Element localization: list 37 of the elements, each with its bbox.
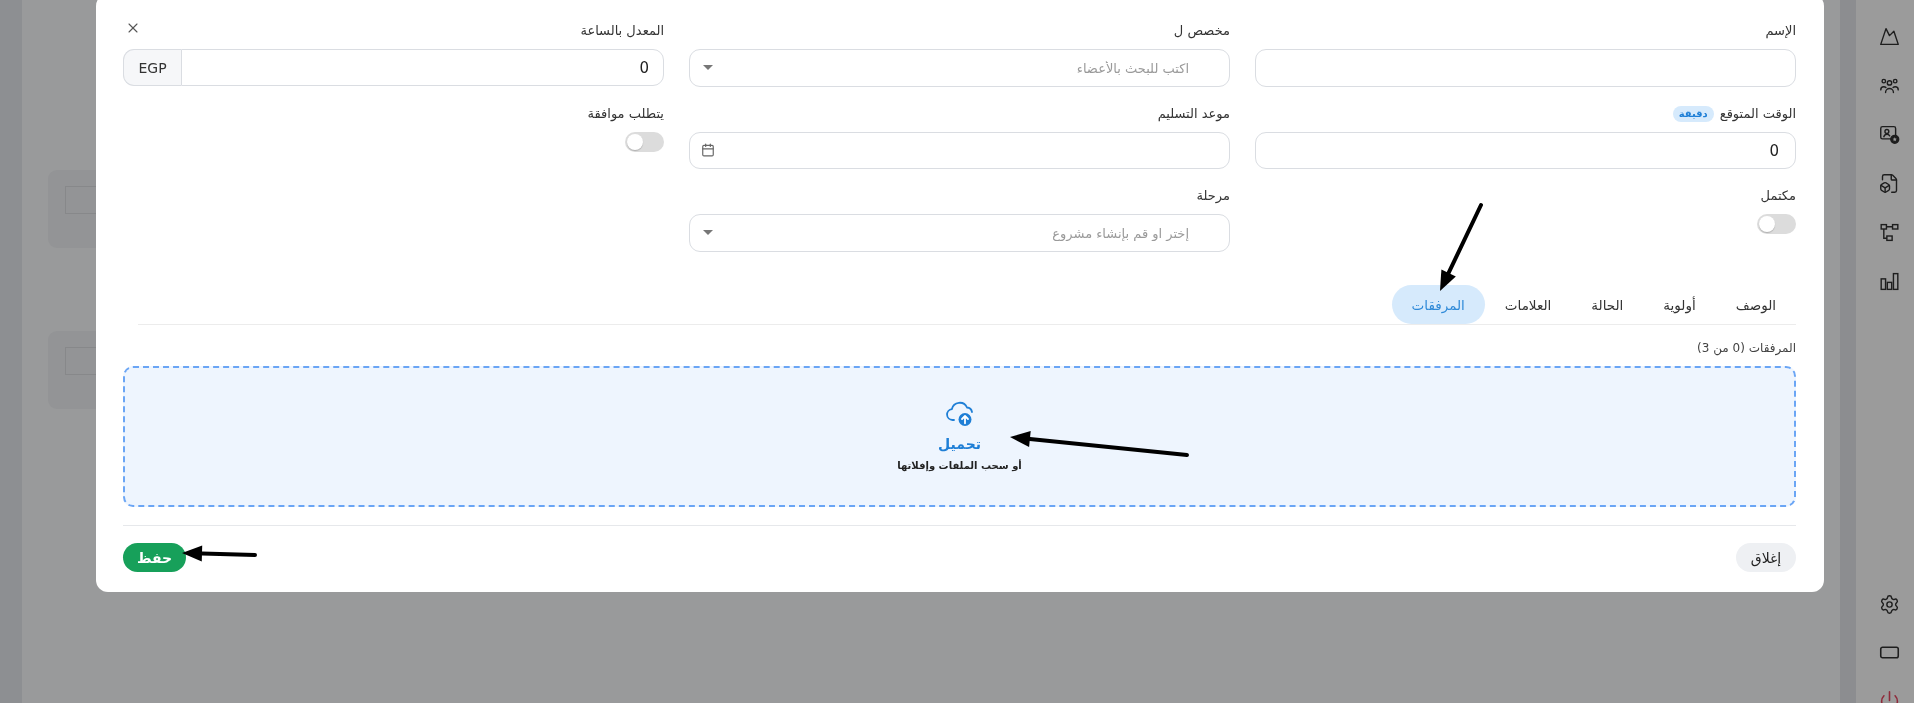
file-box-icon[interactable]: [1879, 173, 1900, 194]
field-label: المعدل بالساعة: [580, 22, 664, 40]
select-field[interactable]: اكتب للبحث بالأعضاء: [689, 49, 1230, 87]
cloud-upload-icon: [944, 399, 975, 427]
attachments-label: المرفقات (0 من 3): [1697, 340, 1796, 356]
field-label: مخصص ل: [1173, 22, 1230, 40]
toggle-switch[interactable]: [1757, 214, 1796, 234]
settings-icon[interactable]: [1879, 594, 1900, 615]
hierarchy-icon[interactable]: [1879, 222, 1900, 243]
tab[interactable]: الحالة: [1571, 285, 1644, 324]
id-card-icon[interactable]: [1879, 124, 1900, 145]
field-label: موعد التسليم: [1157, 105, 1230, 123]
text-field[interactable]: 0: [181, 49, 664, 86]
tab[interactable]: العلامات: [1484, 285, 1572, 324]
field-label: يتطلب موافقة: [587, 105, 664, 123]
text-field[interactable]: 0: [1255, 132, 1796, 169]
select-field[interactable]: إختر او قم بإنشاء مشروع: [689, 214, 1230, 252]
upload-dropzone[interactable]: تحميل أو سحب الملفات وإفلاتها: [123, 366, 1796, 507]
field-label: الإسم: [1765, 22, 1796, 40]
currency-label: EGP: [123, 49, 181, 86]
date-field[interactable]: [689, 132, 1230, 169]
caret-icon: [703, 230, 713, 235]
upload-hint: أو سحب الملفات وإفلاتها: [897, 459, 1022, 473]
toggle-switch[interactable]: [625, 132, 664, 152]
field-label: مكتمل: [1760, 187, 1796, 205]
text-field[interactable]: [1255, 49, 1796, 87]
unit-badge: دقيقة: [1672, 106, 1714, 122]
field-label: الوقت المتوقع: [1719, 105, 1796, 123]
caret-icon: [703, 65, 713, 70]
tab[interactable]: أولوية: [1643, 285, 1716, 324]
bar-chart-icon[interactable]: [1879, 271, 1900, 292]
upload-title: تحميل: [938, 435, 981, 453]
field-label: مرحلة: [1196, 187, 1230, 205]
mountain-icon[interactable]: [1879, 26, 1900, 47]
tab[interactable]: الوصف: [1715, 285, 1796, 324]
close-button[interactable]: إغلاق: [1736, 543, 1796, 572]
calendar-icon: [701, 143, 715, 157]
